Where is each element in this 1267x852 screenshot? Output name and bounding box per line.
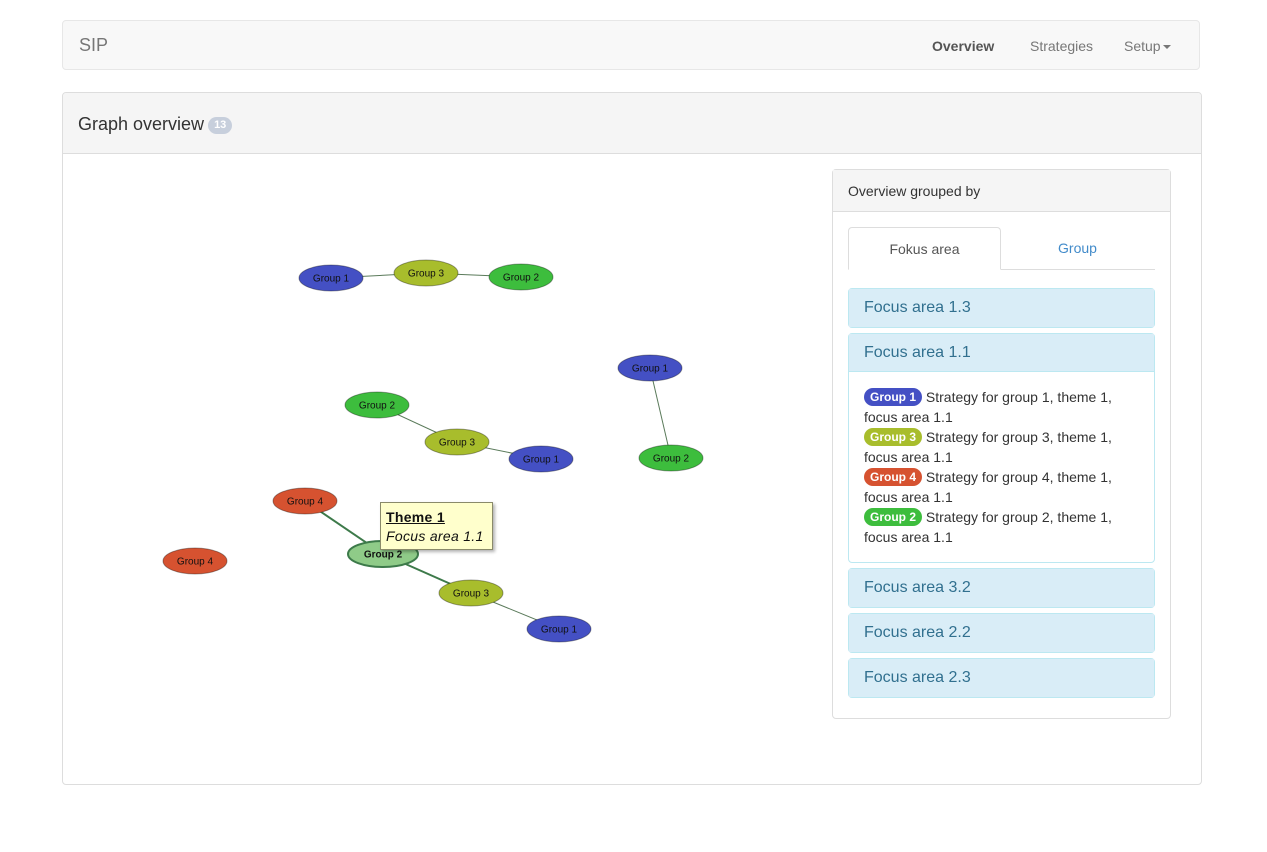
accordion-header[interactable]: Focus area 3.2 bbox=[849, 569, 1154, 607]
navbar: SIP Overview Strategies Setup bbox=[62, 20, 1200, 70]
accordion-header[interactable]: Focus area 1.3 bbox=[849, 289, 1154, 327]
graph-node-label: Group 4 bbox=[287, 497, 324, 508]
graph-node-label: Group 4 bbox=[177, 557, 214, 568]
panel-title-text: Graph overview bbox=[78, 114, 205, 134]
panel-heading: Graph overview 13 bbox=[63, 93, 1201, 154]
graph-node-label: Group 3 bbox=[408, 269, 445, 280]
graph-node[interactable]: Group 3 bbox=[424, 428, 490, 456]
strategy-item[interactable]: Group 4 Strategy for group 4, theme 1, f… bbox=[864, 467, 1139, 507]
graph-node-label: Group 1 bbox=[541, 625, 578, 636]
accordion-header[interactable]: Focus area 2.3 bbox=[849, 659, 1154, 697]
group-badge: Group 4 bbox=[864, 468, 923, 486]
group-badge: Group 3 bbox=[864, 428, 923, 446]
panel-title: Graph overview 13 bbox=[78, 114, 233, 135]
graph-node-label: Group 2 bbox=[364, 550, 403, 561]
graph-node[interactable]: Group 1 bbox=[508, 445, 574, 473]
graph-node-label: Group 1 bbox=[632, 364, 669, 375]
graph-node-label: Group 3 bbox=[453, 589, 490, 600]
graph-panel: Graph overview 13 Group 1 Group 3 Group 2 Gr… bbox=[62, 92, 1202, 785]
group-badge: Group 2 bbox=[864, 508, 923, 526]
group-badge: Group 1 bbox=[864, 388, 923, 406]
nav-setup[interactable]: Setup bbox=[1124, 38, 1171, 54]
caret-down-icon bbox=[1162, 45, 1171, 50]
graph-node-label: Group 1 bbox=[523, 455, 560, 466]
tab-fokus-area[interactable]: Fokus area bbox=[848, 227, 1001, 270]
strategy-item[interactable]: Group 3 Strategy for group 3, theme 1, f… bbox=[864, 427, 1139, 467]
graph-node-label: Group 2 bbox=[503, 273, 540, 284]
graph-node-label: Group 2 bbox=[653, 454, 690, 465]
strategy-item[interactable]: Group 1 Strategy for group 1, theme 1, f… bbox=[864, 387, 1139, 427]
accordion-item[interactable]: Focus area 3.2 bbox=[848, 568, 1155, 608]
graph-node[interactable]: Group 3 bbox=[393, 259, 459, 287]
graph-node-label: Group 1 bbox=[313, 274, 350, 285]
graph-node[interactable]: Group 2 bbox=[344, 391, 410, 419]
graph-node-label: Group 2 bbox=[359, 401, 396, 412]
graph-node[interactable]: Group 2 bbox=[488, 263, 554, 291]
brand[interactable]: SIP bbox=[79, 35, 108, 56]
count-badge: 13 bbox=[208, 117, 233, 134]
accordion-item[interactable]: Focus area 1.3 bbox=[848, 288, 1155, 328]
graph-node[interactable]: Group 1 bbox=[298, 264, 364, 292]
graph-node[interactable]: Group 3 bbox=[438, 579, 504, 607]
overview-sidebar: Overview grouped by Fokus area Group Foc… bbox=[832, 169, 1171, 719]
graph-edge bbox=[649, 367, 672, 459]
graph-node[interactable]: Group 4 bbox=[162, 547, 228, 575]
graph-node-label: Group 3 bbox=[439, 438, 476, 449]
accordion-body: Group 1 Strategy for group 1, theme 1, f… bbox=[849, 372, 1154, 562]
graph-node[interactable]: Group 1 bbox=[617, 354, 683, 382]
accordion-header[interactable]: Focus area 2.2 bbox=[849, 614, 1154, 652]
nav-overview[interactable]: Overview bbox=[932, 38, 994, 54]
accordion-header[interactable]: Focus area 1.1 bbox=[849, 334, 1154, 372]
tab-group[interactable]: Group bbox=[1001, 227, 1154, 269]
accordion-item-open[interactable]: Focus area 1.1 Group 1 Strategy for grou… bbox=[848, 333, 1155, 563]
tooltip-subtitle: Focus area 1.1 bbox=[386, 528, 484, 544]
nav-setup-label: Setup bbox=[1124, 38, 1161, 54]
strategy-item[interactable]: Group 2 Strategy for group 2, theme 1, f… bbox=[864, 507, 1139, 547]
graph-node[interactable]: Group 1 bbox=[526, 615, 592, 643]
graph-node[interactable]: Group 4 bbox=[272, 487, 338, 515]
accordion-item[interactable]: Focus area 2.2 bbox=[848, 613, 1155, 653]
sidebar-heading: Overview grouped by bbox=[833, 170, 1170, 212]
accordion-item[interactable]: Focus area 2.3 bbox=[848, 658, 1155, 698]
graph-tooltip: Theme 1 Focus area 1.1 bbox=[380, 502, 493, 550]
sidebar-tabs: Fokus area Group bbox=[848, 227, 1155, 270]
graph-canvas[interactable]: Group 1 Group 3 Group 2 Group 1 Group 2 Group… bbox=[63, 153, 823, 773]
nav-strategies[interactable]: Strategies bbox=[1030, 38, 1093, 54]
tooltip-title: Theme 1 bbox=[386, 509, 445, 525]
graph-node[interactable]: Group 2 bbox=[638, 444, 704, 472]
